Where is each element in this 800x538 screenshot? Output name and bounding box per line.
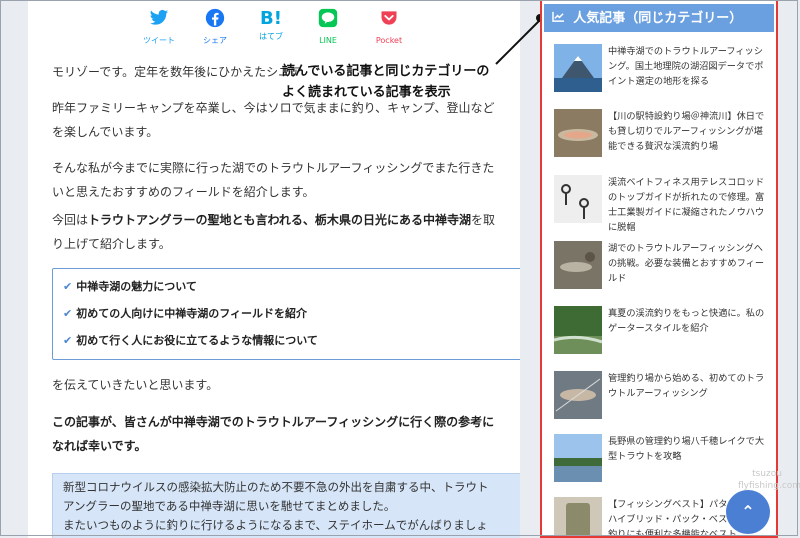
notice-line: またいつものように釣りに行けるようになるまで、ステイホームでがんばりましょ <box>63 518 488 532</box>
article-thumbnail[interactable] <box>554 497 602 538</box>
popular-article-item[interactable]: 真夏の渓流釣りをもっと快適に。私のゲータースタイルを紹介 <box>554 306 776 362</box>
notice-line: アングラーの聖地である中禅寺湖に思いを馳せてまとめました。 <box>63 499 396 513</box>
popular-article-item[interactable]: 渓流ベイトフィネス用テレスコロッドのトップガイドが折れたので修理。富士工業製ガイ… <box>554 175 776 233</box>
share-line-button[interactable]: LINE <box>300 8 356 46</box>
popular-article-title[interactable]: 湖でのトラウトルアーフィッシングへの挑戦。必要な装備とおすすめフィールド <box>608 241 772 286</box>
paragraph-topic: 今回はトラウトアングラーの聖地とも言われる、栃木県の日光にある中禅寺湖を取り上げ… <box>52 208 500 256</box>
article-thumbnail[interactable] <box>554 44 602 92</box>
share-pocket-label: Pocket <box>375 36 403 45</box>
article-thumbnail[interactable] <box>554 109 602 157</box>
share-twitter-label: ツイート <box>143 36 175 45</box>
popular-article-title[interactable]: 長野県の管理釣り場八千穂レイクで大型トラウトを攻略 <box>608 434 772 464</box>
paragraph-convey: を伝えていきたいと思います。 <box>52 378 219 392</box>
checklist-item-label: 中禅寺湖の魅力について <box>76 280 197 293</box>
popular-article-title[interactable]: 【川の駅特設釣り場＠神流川】休日でも貸し切りでルアーフィッシングが堪能できる贅沢… <box>608 109 772 154</box>
share-bar: ツイート シェア B! はてブ LINE Pocket <box>28 8 520 46</box>
sidebar-heading: 人気記事（同じカテゴリー） <box>544 4 774 32</box>
check-icon: ✔ <box>63 280 73 293</box>
popular-article-title[interactable]: 管理釣り場から始める、初めてのトラウトルアーフィッシング <box>608 371 772 401</box>
share-pocket-button[interactable]: Pocket <box>361 8 417 46</box>
article-thumbnail[interactable] <box>554 306 602 354</box>
facebook-icon <box>187 8 243 34</box>
sidebar-title: 人気記事（同じカテゴリー） <box>573 11 743 26</box>
popular-article-item[interactable]: 湖でのトラウトルアーフィッシングへの挑戦。必要な装備とおすすめフィールド <box>554 241 776 297</box>
popular-article-title[interactable]: 真夏の渓流釣りをもっと快適に。私のゲータースタイルを紹介 <box>608 306 772 336</box>
share-facebook-label: シェア <box>203 36 227 45</box>
callout-line-2: よく読まれている記事を表示 <box>282 85 451 100</box>
chevron-up-icon: ⌃ <box>741 502 755 521</box>
check-icon: ✔ <box>63 307 73 320</box>
article-thumbnail[interactable] <box>554 434 602 482</box>
checklist-item-label: 初めて行く人にお役に立てるような情報について <box>76 334 318 347</box>
share-line-label: LINE <box>319 36 337 45</box>
article-thumbnail[interactable] <box>554 241 602 289</box>
topic-prefix: 今回は <box>52 213 89 227</box>
popular-article-item[interactable]: 【川の駅特設釣り場＠神流川】休日でも貸し切りでルアーフィッシングが堪能できる贅沢… <box>554 109 776 165</box>
paragraph-camping: 昨年ファミリーキャンプを卒業し、今はソロで気ままに釣り、キャンプ、登山などを楽し… <box>52 101 495 139</box>
popular-article-item[interactable]: 管理釣り場から始める、初めてのトラウトルアーフィッシング <box>554 371 776 427</box>
line-icon <box>300 8 356 34</box>
watermark: tsuzou flyfishing.com <box>738 469 800 491</box>
callout-line-1: 読んでいる記事と同じカテゴリーの <box>282 64 490 79</box>
callout-annotation: 読んでいる記事と同じカテゴリーの よく読まれている記事を表示 <box>282 61 514 103</box>
notice-line: 新型コロナウイルスの感染拡大防止のため不要不急の外出を自粛する中、トラウト <box>63 480 489 494</box>
twitter-icon <box>131 8 187 34</box>
check-icon: ✔ <box>63 334 73 347</box>
pocket-icon <box>361 8 417 34</box>
notice-box: 新型コロナウイルスの感染拡大防止のため不要不急の外出を自粛する中、トラウト アン… <box>52 473 520 538</box>
popular-article-item[interactable]: 中禅寺湖でのトラウトルアーフィッシング。国土地理院の湖沼図データでポイント選定の… <box>554 44 776 100</box>
popular-article-title[interactable]: 中禅寺湖でのトラウトルアーフィッシング。国土地理院の湖沼図データでポイント選定の… <box>608 44 772 89</box>
share-hatena-button[interactable]: B! はてブ <box>243 8 299 42</box>
checklist-item: ✔ 初めて行く人にお役に立てるような情報について <box>63 333 318 349</box>
checklist-item-label: 初めての人向けに中禅寺湖のフィールドを紹介 <box>76 307 307 320</box>
paragraph-hope: この記事が、皆さんが中禅寺湖でのトラウトルアーフィッシングに行く際の参考になれば… <box>52 415 495 453</box>
scroll-to-top-button[interactable]: ⌃ <box>726 490 770 534</box>
hatena-icon: B! <box>260 8 282 29</box>
checklist-item: ✔ 中禅寺湖の魅力について <box>63 279 197 295</box>
paragraph-recommend: そんな私が今までに実際に行った湖でのトラウトルアーフィッシングでまた行きたいと思… <box>52 161 495 199</box>
share-facebook-button[interactable]: シェア <box>187 8 243 46</box>
share-twitter-button[interactable]: ツイート <box>131 8 187 46</box>
article-thumbnail[interactable] <box>554 371 602 419</box>
share-hatena-label: はてブ <box>259 32 283 41</box>
checklist-item: ✔ 初めての人向けに中禅寺湖のフィールドを紹介 <box>63 306 307 322</box>
checklist-box: ✔ 中禅寺湖の魅力について ✔ 初めての人向けに中禅寺湖のフィールドを紹介 ✔ 初めて… <box>52 268 520 360</box>
topic-bold: トラウトアングラーの聖地とも言われる、栃木県の日光にある中禅寺湖 <box>88 213 471 227</box>
article-thumbnail[interactable] <box>554 175 602 223</box>
popular-article-title[interactable]: 渓流ベイトフィネス用テレスコロッドのトップガイドが折れたので修理。富士工業製ガイ… <box>608 175 772 235</box>
chart-icon <box>552 11 569 25</box>
popular-articles-sidebar: 人気記事（同じカテゴリー） 中禅寺湖でのトラウトルアーフィッシング。国土地理院の… <box>540 0 778 538</box>
